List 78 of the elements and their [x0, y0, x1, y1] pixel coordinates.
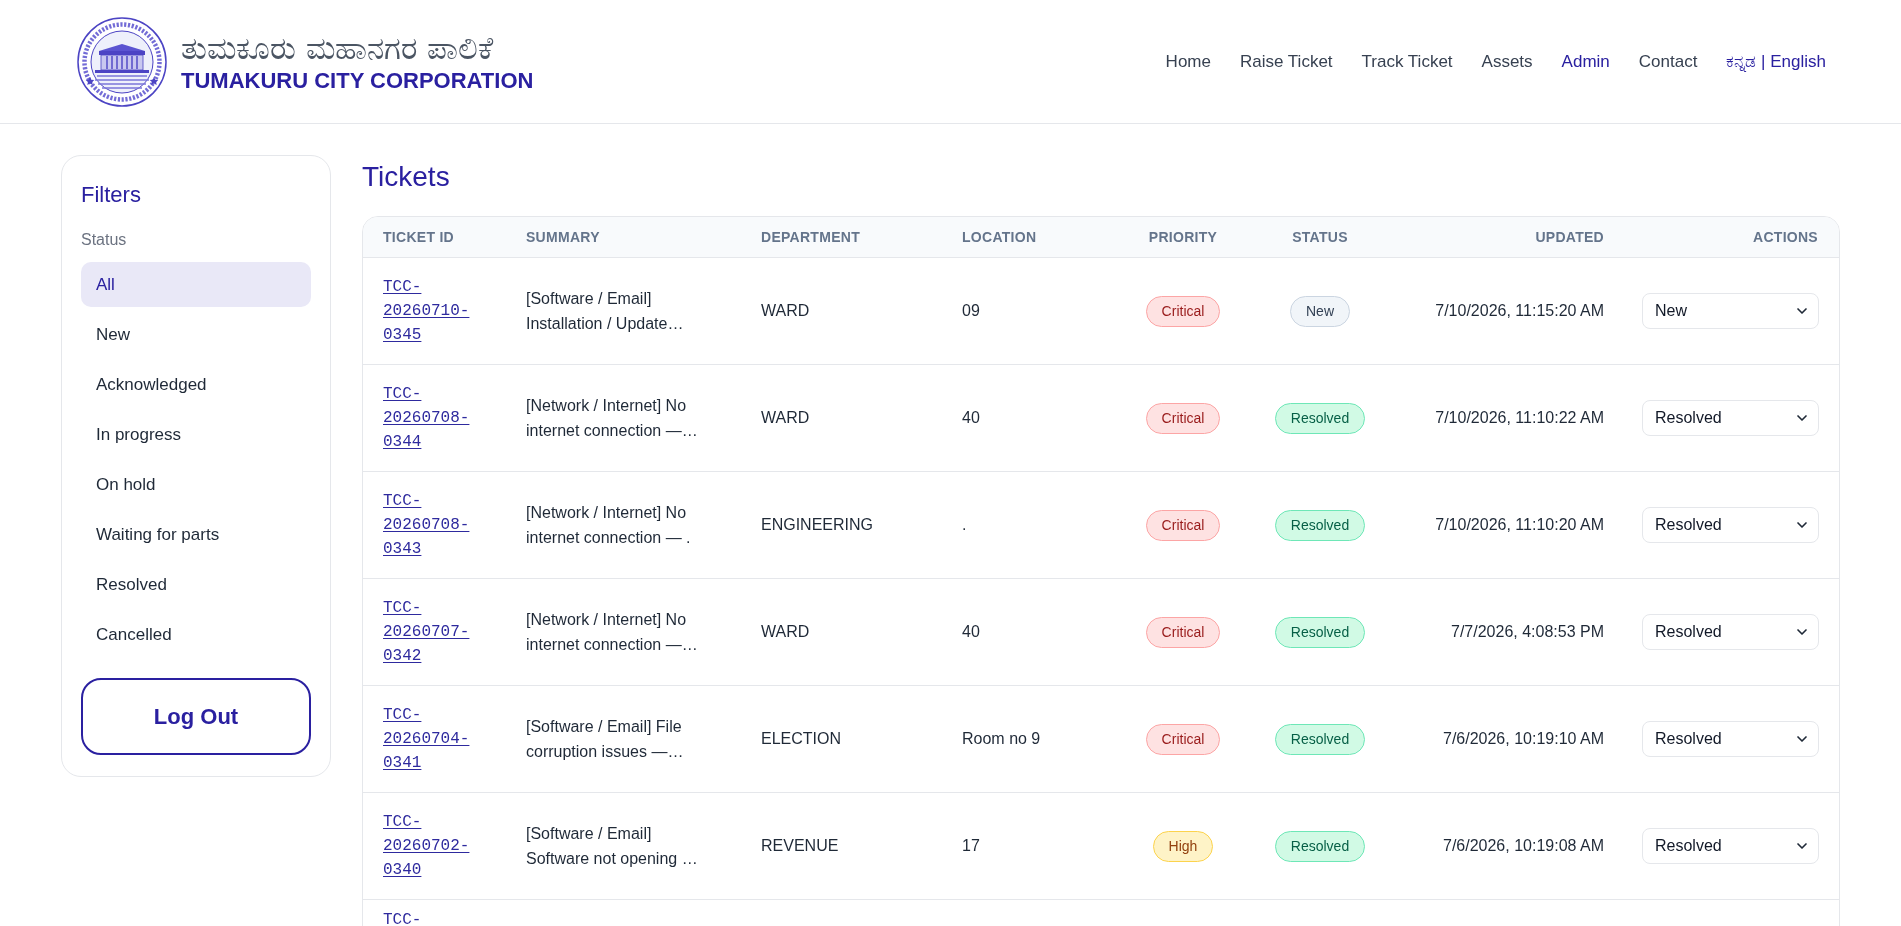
location-text: 09: [962, 301, 980, 321]
ticket-id-link[interactable]: TCC-20260704-0341: [383, 703, 486, 775]
ticket-id-link[interactable]: TCC-20260702-0340: [383, 810, 486, 882]
status-filter-item[interactable]: Waiting for parts: [81, 512, 311, 557]
nav-link[interactable]: Contact: [1638, 48, 1698, 75]
priority-badge: High: [1152, 830, 1214, 862]
updated-time: 7/7/2026, 4:08:53 PM: [1451, 622, 1604, 642]
page-title: Tickets: [362, 160, 451, 194]
column-header: TICKET ID: [383, 227, 454, 247]
updated-time: 7/10/2026, 11:15:20 AM: [1435, 301, 1604, 321]
language-switch-link[interactable]: ಕನ್ನಡ | English: [1726, 48, 1826, 75]
summary-text: [Software / Email] File corruption issues —…: [526, 717, 685, 762]
updated-time: 7/6/2026, 10:19:08 AM: [1443, 836, 1604, 856]
status-select[interactable]: Resolved: [1642, 400, 1819, 436]
nav-link[interactable]: Home: [1165, 48, 1211, 75]
status-filter-item[interactable]: All: [81, 262, 311, 307]
summary-text: [Software / Email] Software not opening …: [526, 824, 699, 869]
column-header: UPDATED: [1535, 227, 1604, 247]
department-text: WARD: [761, 301, 810, 321]
department-text: ENGINEERING: [761, 515, 873, 535]
status-badge: Resolved: [1274, 509, 1366, 541]
summary-text: [Network / Internet] No internet connection — .: [526, 503, 692, 548]
status-select[interactable]: Resolved: [1642, 828, 1819, 864]
department-text: REVENUE: [761, 836, 839, 856]
ticket-id-link[interactable]: TCC-20260708-0343: [383, 489, 486, 561]
summary-text: [Network / Internet] No internet connection —…: [526, 610, 699, 655]
summary-text: [Software / Email] Installation / Update…: [526, 289, 685, 334]
department-text: WARD: [761, 408, 810, 428]
nav-link[interactable]: Assets: [1481, 48, 1533, 75]
column-header: ACTIONS: [1753, 227, 1818, 247]
status-badge: Resolved: [1274, 830, 1366, 862]
location-text: 17: [962, 836, 980, 856]
ticket-id-link[interactable]: TCC-20260707-0342: [383, 596, 486, 668]
status-filter-item[interactable]: On hold: [81, 462, 311, 507]
column-header: STATUS: [1292, 227, 1348, 247]
department-text: ELECTION: [761, 729, 841, 749]
ticket-id-link[interactable]: TCC-20260710-0345: [383, 275, 486, 347]
status-filter-item[interactable]: New: [81, 312, 311, 357]
status-select[interactable]: Resolved: [1642, 614, 1819, 650]
location-text: .: [962, 515, 967, 535]
summary-text: [Network / Internet] No internet connection —…: [526, 396, 699, 441]
status-badge: Resolved: [1274, 402, 1366, 434]
status-filter-item[interactable]: Resolved: [81, 562, 311, 607]
status-select[interactable]: New: [1642, 293, 1819, 329]
status-select[interactable]: Resolved: [1642, 721, 1819, 757]
column-header: PRIORITY: [1148, 227, 1218, 247]
updated-time: 7/10/2026, 11:10:20 AM: [1435, 515, 1604, 535]
site-title: TUMAKURU CITY CORPORATION: [181, 66, 534, 95]
priority-badge: Critical: [1145, 295, 1221, 327]
status-filter-item[interactable]: Cancelled: [81, 612, 311, 657]
priority-badge: Critical: [1145, 402, 1221, 434]
status-filter-item[interactable]: In progress: [81, 412, 311, 457]
nav-link[interactable]: Admin: [1561, 48, 1610, 75]
priority-badge: Critical: [1145, 616, 1221, 648]
filters-title: Filters: [81, 181, 142, 209]
priority-badge: Critical: [1145, 509, 1221, 541]
updated-time: 7/6/2026, 10:19:10 AM: [1443, 729, 1604, 749]
location-text: 40: [962, 408, 980, 428]
column-header: DEPARTMENT: [761, 227, 860, 247]
status-select[interactable]: Resolved: [1642, 507, 1819, 543]
updated-time: 7/10/2026, 11:10:22 AM: [1435, 408, 1604, 428]
column-header: SUMMARY: [526, 227, 600, 247]
nav-link[interactable]: Track Ticket: [1361, 48, 1453, 75]
location-text: Room no 9: [962, 729, 1041, 749]
status-group-label: Status: [81, 230, 128, 250]
status-badge: Resolved: [1274, 723, 1366, 755]
nav-link[interactable]: Raise Ticket: [1239, 48, 1333, 75]
status-badge: New: [1290, 295, 1350, 327]
location-text: 40: [962, 622, 980, 642]
status-badge: Resolved: [1274, 616, 1366, 648]
ticket-id-link[interactable]: TCC-20260708-0344: [383, 382, 486, 454]
priority-badge: Critical: [1145, 723, 1221, 755]
department-text: WARD: [761, 622, 810, 642]
status-filter-item[interactable]: Acknowledged: [81, 362, 311, 407]
column-header: LOCATION: [962, 227, 1037, 247]
logout-button[interactable]: Log Out: [81, 678, 311, 755]
ticket-id-link[interactable]: TCC-: [383, 908, 422, 926]
kannada-site-title: ತುಮಕೂರು ಮಹಾನಗರ ಪಾಲಿಕೆ: [181, 28, 495, 67]
